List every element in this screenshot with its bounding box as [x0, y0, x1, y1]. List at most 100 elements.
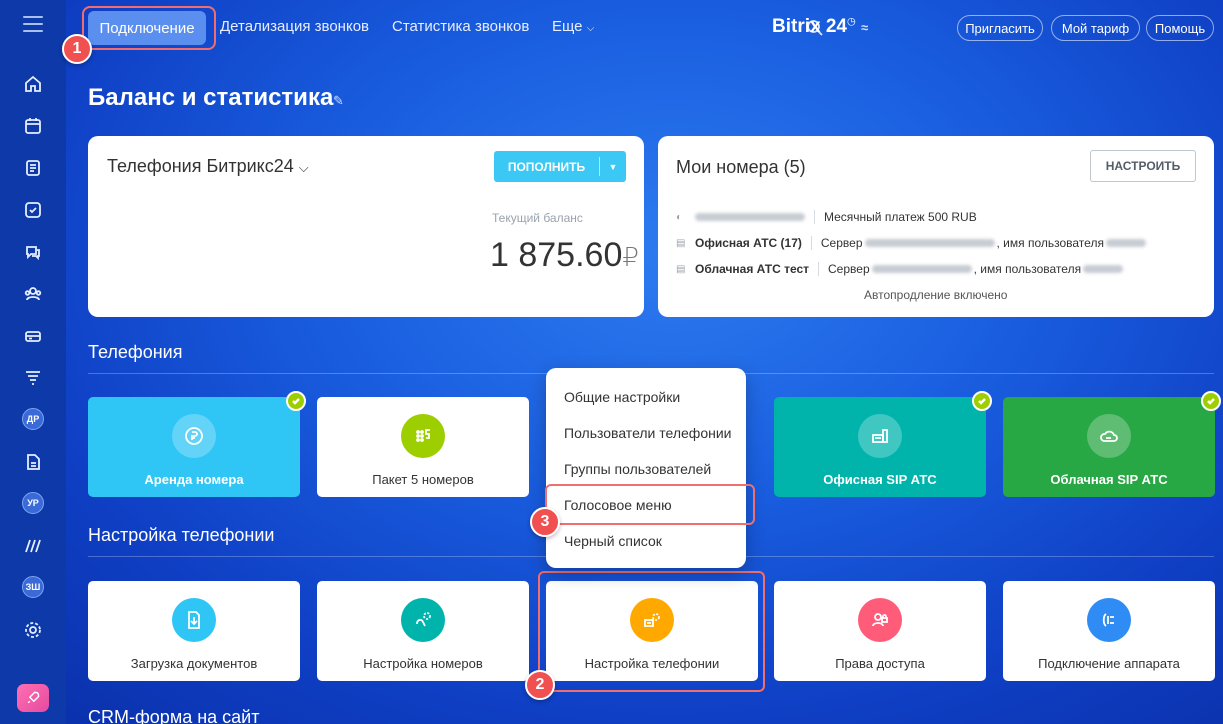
number-settings-icon	[401, 598, 445, 642]
tab-connection[interactable]: Подключение	[88, 11, 206, 45]
topup-button[interactable]: ПОПОЛНИТЬ ▼	[494, 151, 626, 182]
blurred-server	[864, 239, 995, 247]
tile-access-rights[interactable]: Права доступа	[774, 581, 986, 681]
balance-label: Текущий баланс	[492, 211, 583, 225]
dialpad-5-icon	[401, 414, 445, 458]
step-marker-1: 1	[62, 34, 92, 64]
configure-button[interactable]: НАСТРОИТЬ	[1090, 150, 1196, 182]
help-button[interactable]: Помощь	[1146, 15, 1214, 41]
number-row-3-info2: , имя пользователя	[973, 262, 1082, 276]
tile-cloud-sip[interactable]: Облачная SIP АТС	[1003, 391, 1221, 497]
pin-icon[interactable]: ✎	[333, 93, 344, 109]
highlight-frame-voice-menu	[545, 484, 755, 525]
telephony-settings-menu: Общие настройки Пользователи телефонии Г…	[546, 368, 746, 568]
row-divider	[814, 210, 815, 224]
step-marker-2: 2	[525, 670, 555, 700]
dropdown-arrow-icon[interactable]: ▼	[600, 162, 626, 172]
office-pbx-icon	[858, 414, 902, 458]
highlight-frame-telephony-settings	[538, 571, 765, 692]
contacts-icon[interactable]	[21, 282, 45, 306]
balance-amount: 1 875.60	[490, 236, 623, 274]
my-tariff-button[interactable]: Мой тариф	[1051, 15, 1140, 41]
home-icon[interactable]	[21, 72, 45, 96]
clock-icon: ◷	[846, 16, 856, 28]
tile-label: Подключение аппарата	[1038, 656, 1180, 671]
left-sidebar: ДР УР ЗШ	[0, 0, 66, 724]
section-telephony-setup: Настройка телефонии	[88, 525, 275, 545]
number-row-3[interactable]: ▤ Облачная АТС тест Сервер , имя пользов…	[676, 262, 1124, 276]
row-divider	[818, 262, 820, 276]
check-icon	[286, 391, 306, 411]
invite-button[interactable]: Пригласить	[957, 15, 1043, 41]
check-icon	[972, 391, 992, 411]
brand-logo[interactable]: Bitrix 24◷ ≈	[772, 16, 868, 38]
avatar-zsh[interactable]: ЗШ	[22, 576, 44, 598]
balance-value: 1 875.60₽	[490, 236, 639, 275]
brand-name: Bitrix 24	[772, 16, 847, 37]
tab-call-stats[interactable]: Статистика звонков	[392, 18, 529, 35]
numbers-card-title: Мои номера (5)	[676, 157, 806, 177]
check-icon	[1201, 391, 1221, 411]
tile-label: Офисная SIP АТС	[823, 472, 937, 487]
tile-label: Пакет 5 номеров	[372, 472, 474, 487]
tab-more[interactable]: Еще ⌵	[552, 18, 594, 35]
tab-more-label: Еще	[552, 18, 583, 35]
menu-item-general-settings[interactable]: Общие настройки	[564, 389, 680, 405]
blurred-phone-number	[695, 213, 805, 221]
page-title: Баланс и статистика	[88, 84, 334, 111]
tile-label: Аренда номера	[144, 472, 244, 487]
menu-item-blacklist[interactable]: Черный список	[564, 533, 662, 549]
drive-icon[interactable]	[21, 324, 45, 348]
pbx-icon: ▤	[676, 238, 686, 249]
section-telephony: Телефония	[88, 342, 183, 362]
chevron-down-icon: ⌵	[586, 23, 595, 34]
tile-device-connect[interactable]: Подключение аппарата	[1003, 581, 1215, 681]
row-divider	[810, 236, 812, 250]
auto-renew-status: Автопродление включено	[864, 288, 1008, 302]
section-crm-form: CRM-форма на сайт	[88, 707, 260, 724]
number-row-3-info: Сервер	[828, 262, 870, 276]
tile-label: Облачная SIP АТС	[1050, 472, 1168, 487]
menu-item-user-groups[interactable]: Группы пользователей	[564, 461, 711, 477]
balance-card-title[interactable]: Телефония Битрикс24 ⌵	[107, 156, 309, 177]
tile-rent-number[interactable]: Аренда номера	[88, 391, 306, 497]
document-icon[interactable]	[21, 450, 45, 474]
number-row-3-label: Облачная АТС тест	[695, 262, 810, 276]
gear-icon[interactable]	[21, 618, 45, 642]
access-rights-icon	[858, 598, 902, 642]
rocket-icon[interactable]	[17, 684, 49, 712]
number-row-1[interactable]: ◐ Месячный платеж 500 RUB	[676, 210, 977, 224]
number-row-1-info: Месячный платеж 500 RUB	[824, 210, 977, 224]
tile-document-upload[interactable]: Загрузка документов	[88, 581, 300, 681]
currency-symbol: ₽	[622, 242, 639, 272]
feed-icon[interactable]	[21, 156, 45, 180]
topup-button-label: ПОПОЛНИТЬ	[507, 159, 586, 174]
tasks-icon[interactable]	[21, 198, 45, 222]
chevron-down-icon: ⌵	[298, 160, 309, 175]
avatar-ur[interactable]: УР	[22, 492, 44, 514]
blurred-user	[1083, 265, 1124, 273]
tile-office-sip[interactable]: Офисная SIP АТС	[774, 391, 992, 497]
calendar-icon[interactable]	[21, 114, 45, 138]
number-row-2-info2: , имя пользователя	[996, 236, 1104, 250]
device-connect-icon	[1087, 598, 1131, 642]
number-row-2-label: Офисная АТС (17)	[695, 236, 802, 250]
chat-icon[interactable]	[21, 240, 45, 264]
tile-package-5[interactable]: Пакет 5 номеров	[317, 397, 529, 497]
menu-icon[interactable]	[23, 16, 43, 32]
menu-item-telephony-users[interactable]: Пользователи телефонии	[564, 425, 731, 441]
cloud-pbx-icon	[1087, 414, 1131, 458]
tile-number-settings[interactable]: Настройка номеров	[317, 581, 529, 681]
settings-sliders-icon[interactable]: ≈	[861, 20, 868, 35]
step-marker-3: 3	[530, 507, 560, 537]
blurred-user	[1105, 239, 1146, 247]
funnel-icon[interactable]	[21, 366, 45, 390]
balance-card-title-label: Телефония Битрикс24	[107, 156, 294, 176]
top-nav: Подключение Детализация звонков Статисти…	[66, 0, 1223, 56]
number-row-2[interactable]: ▤ Офисная АТС (17) Сервер , имя пользова…	[676, 236, 1146, 250]
marketplace-icon[interactable]	[21, 534, 45, 558]
phone-number-icon: ◐	[676, 212, 683, 223]
tab-call-details[interactable]: Детализация звонков	[220, 18, 369, 35]
avatar-dr[interactable]: ДР	[22, 408, 44, 430]
tile-label: Загрузка документов	[130, 656, 258, 671]
